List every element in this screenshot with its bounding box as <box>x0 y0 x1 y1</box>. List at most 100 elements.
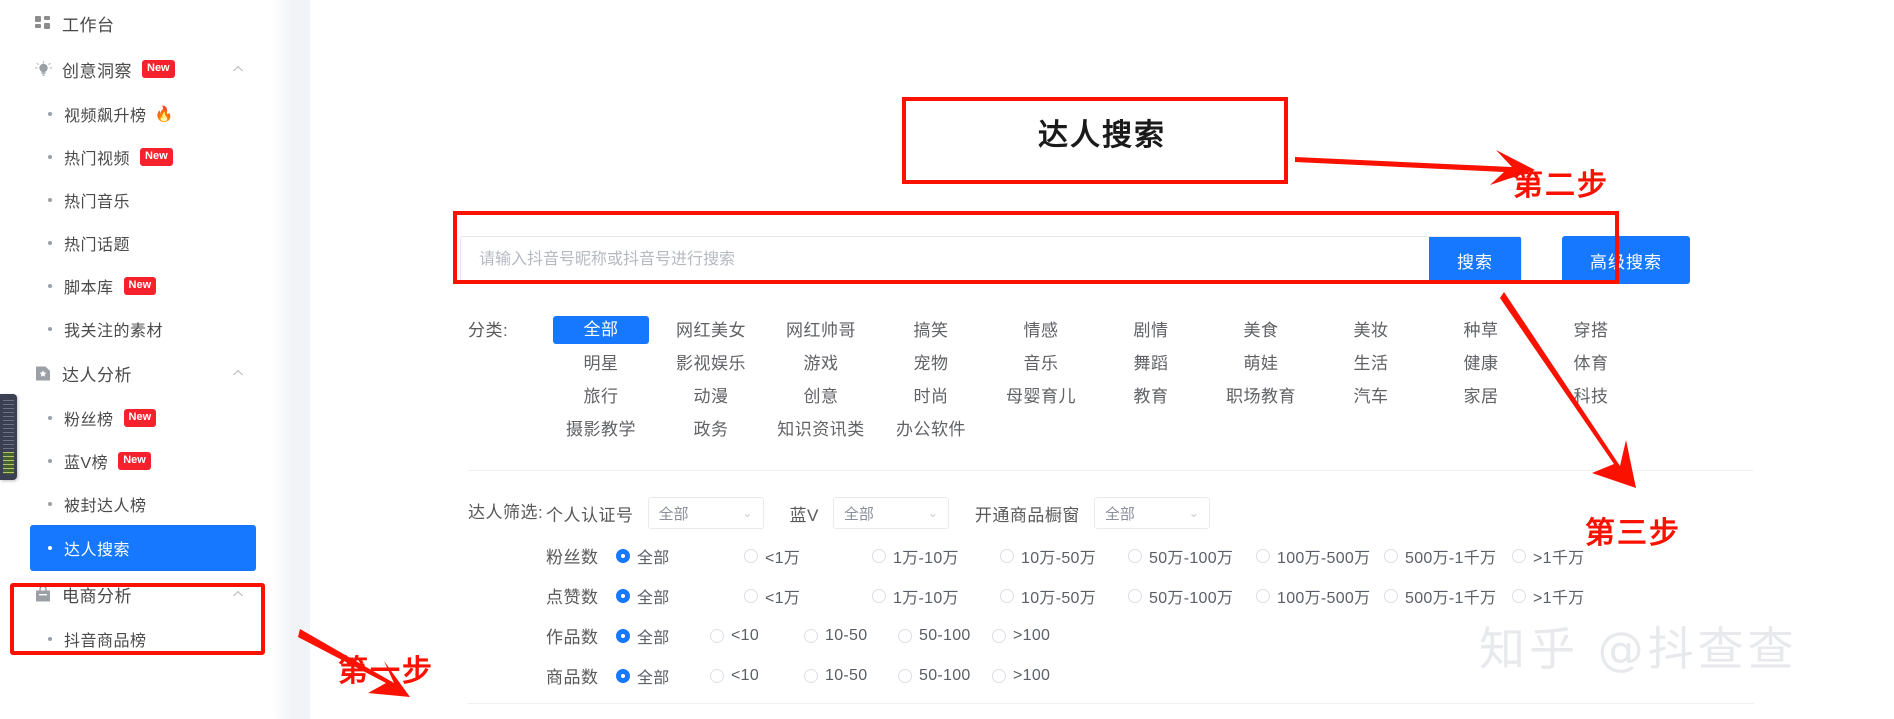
radio-option[interactable]: 50-100 <box>898 667 990 685</box>
category-chip[interactable]: 生活 <box>1316 347 1426 380</box>
radio-option-selected[interactable]: 全部 <box>616 664 708 688</box>
filter-radio-row: 作品数 全部 <10 10-50 50-100 >100 <box>546 620 1640 651</box>
sidebar-item-0[interactable]: 工作台 <box>0 0 272 46</box>
radio-option[interactable]: <10 <box>710 667 802 685</box>
bullet-icon <box>48 240 52 245</box>
category-chip[interactable]: 健康 <box>1426 347 1536 380</box>
radio-option[interactable]: <1万 <box>744 584 870 608</box>
radio-option[interactable]: >100 <box>992 627 1084 645</box>
sidebar-item-label: 热门话题 <box>64 236 131 254</box>
category-chip[interactable]: 家居 <box>1426 380 1536 413</box>
sidebar-item-1[interactable]: 创意洞察 New <box>0 46 272 92</box>
sidebar-item-2[interactable]: 视频飙升榜 🔥 <box>0 92 272 135</box>
sidebar-item-3[interactable]: 热门视频 New <box>0 135 272 178</box>
sidebar-item-13[interactable]: 电商分析 <box>0 571 272 617</box>
filter-select[interactable]: 全部 ⌄ <box>647 497 764 529</box>
search-input[interactable] <box>461 237 1429 283</box>
category-chip[interactable]: 知识资讯类 <box>766 413 876 446</box>
sidebar-item-11[interactable]: 被封达人榜 <box>0 482 272 525</box>
category-chip[interactable]: 网红美女 <box>656 314 766 347</box>
sidebar-item-label: 创意洞察 <box>62 61 132 81</box>
radio-option-selected[interactable]: 全部 <box>616 624 708 648</box>
sidebar-item-label: 抖音商品榜 <box>64 632 147 650</box>
sidebar-item-talent-search[interactable]: 达人搜索 <box>30 525 256 571</box>
sidebar-item-10[interactable]: 蓝V榜 New <box>0 439 272 482</box>
radio-option[interactable]: 100万-500万 <box>1256 584 1382 608</box>
category-chip-selected[interactable]: 全部 <box>553 316 649 344</box>
radio-option[interactable]: >1千万 <box>1512 584 1638 608</box>
category-chip[interactable]: 萌娃 <box>1206 347 1316 380</box>
category-chip[interactable]: 政务 <box>656 413 766 446</box>
sidebar-item-8[interactable]: 达人分析 <box>0 350 272 396</box>
page-title: 达人搜索 <box>1038 119 1166 152</box>
radio-option-label: 500万-1千万 <box>1405 589 1497 607</box>
category-chip[interactable]: 音乐 <box>986 347 1096 380</box>
category-chip[interactable]: 时尚 <box>876 380 986 413</box>
radio-option[interactable]: <10 <box>710 627 802 645</box>
radio-option[interactable]: 10万-50万 <box>1000 544 1126 568</box>
category-chip[interactable]: 种草 <box>1426 314 1536 347</box>
category-chip[interactable]: 美食 <box>1206 314 1316 347</box>
search-button[interactable]: 搜索 <box>1429 237 1521 283</box>
radio-option[interactable]: 1万-10万 <box>872 584 998 608</box>
category-chip[interactable]: 网红帅哥 <box>766 314 876 347</box>
divider-bottom <box>468 703 1754 704</box>
chevron-up-icon[interactable] <box>232 367 244 379</box>
sidebar-item-14[interactable]: 抖音商品榜 <box>0 617 272 660</box>
radio-option[interactable]: 50万-100万 <box>1128 584 1254 608</box>
chevron-down-icon[interactable]: ⌄ <box>928 506 938 520</box>
radio-option-selected[interactable]: 全部 <box>616 584 742 608</box>
category-chip[interactable]: 汽车 <box>1316 380 1426 413</box>
radio-option[interactable]: >100 <box>992 667 1084 685</box>
filter-select[interactable]: 全部 ⌄ <box>1093 497 1210 529</box>
category-chip[interactable]: 情感 <box>986 314 1096 347</box>
category-chip[interactable]: 明星 <box>546 347 656 380</box>
sidebar-item-7[interactable]: 我关注的素材 <box>0 307 272 350</box>
category-chip[interactable]: 宠物 <box>876 347 986 380</box>
category-chip[interactable]: 旅行 <box>546 380 656 413</box>
radio-option[interactable]: 10-50 <box>804 627 896 645</box>
sidebar-item-9[interactable]: 粉丝榜 New <box>0 396 272 439</box>
category-chip[interactable]: 科技 <box>1536 380 1646 413</box>
sidebar-item-5[interactable]: 热门话题 <box>0 221 272 264</box>
category-chip[interactable]: 体育 <box>1536 347 1646 380</box>
category-chip[interactable]: 舞蹈 <box>1096 347 1206 380</box>
edge-scroll-widget[interactable] <box>0 394 17 480</box>
filter-select[interactable]: 全部 ⌄ <box>832 497 949 529</box>
category-chip[interactable]: 教育 <box>1096 380 1206 413</box>
chevron-up-icon[interactable] <box>232 63 244 75</box>
advanced-search-button[interactable]: 高级搜索 <box>1562 236 1690 284</box>
chevron-down-icon[interactable]: ⌄ <box>1189 506 1199 520</box>
radio-option[interactable]: 10万-50万 <box>1000 584 1126 608</box>
category-chip[interactable]: 美妆 <box>1316 314 1426 347</box>
category-chip[interactable]: 摄影教学 <box>546 413 656 446</box>
radio-option[interactable]: 50-100 <box>898 627 990 645</box>
chevron-up-icon[interactable] <box>232 588 244 600</box>
category-chip[interactable]: 游戏 <box>766 347 876 380</box>
category-chip[interactable]: 职场教育 <box>1206 380 1316 413</box>
sidebar-item-4[interactable]: 热门音乐 <box>0 178 272 221</box>
radio-option[interactable]: 10-50 <box>804 667 896 685</box>
category-chip[interactable]: 办公软件 <box>876 413 986 446</box>
category-chip[interactable]: 母婴育儿 <box>986 380 1096 413</box>
new-badge: New <box>118 451 151 470</box>
page-title-container: 达人搜索 <box>310 14 1894 154</box>
category-chip[interactable]: 搞笑 <box>876 314 986 347</box>
radio-option[interactable]: 500万-1千万 <box>1384 544 1510 568</box>
radio-option[interactable]: 500万-1千万 <box>1384 584 1510 608</box>
category-chip[interactable]: 影视娱乐 <box>656 347 766 380</box>
radio-option-selected[interactable]: 全部 <box>616 544 742 568</box>
radio-option[interactable]: 50万-100万 <box>1128 544 1254 568</box>
sidebar-item-6[interactable]: 脚本库 New <box>0 264 272 307</box>
radio-option[interactable]: 100万-500万 <box>1256 544 1382 568</box>
filter-select-label: 蓝V <box>789 505 819 525</box>
category-chip[interactable]: 动漫 <box>656 380 766 413</box>
edge-widget-accent <box>3 452 14 474</box>
radio-option-label: 全部 <box>637 549 670 567</box>
chevron-down-icon[interactable]: ⌄ <box>742 506 752 520</box>
radio-option[interactable]: 1万-10万 <box>872 544 998 568</box>
category-chip[interactable]: 穿搭 <box>1536 314 1646 347</box>
category-chip[interactable]: 剧情 <box>1096 314 1206 347</box>
radio-option[interactable]: <1万 <box>744 544 870 568</box>
category-chip[interactable]: 创意 <box>766 380 876 413</box>
